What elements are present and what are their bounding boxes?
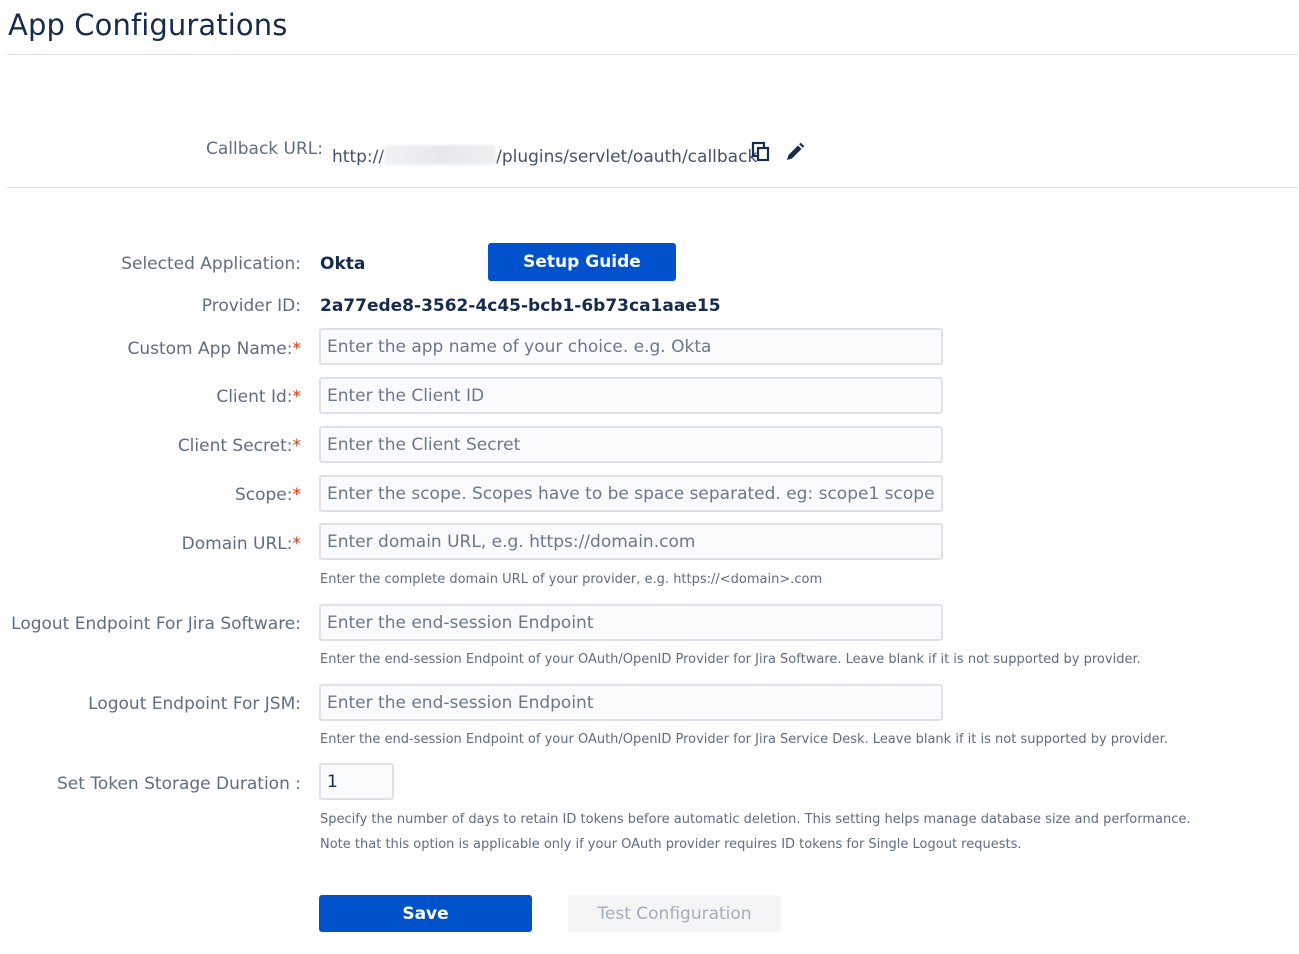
test-configuration-button[interactable]: Test Configuration bbox=[568, 895, 781, 932]
logout-endpoint-jsm-input[interactable] bbox=[319, 684, 943, 721]
pencil-icon[interactable] bbox=[784, 141, 806, 163]
client-id-label: Client Id:* bbox=[216, 387, 301, 407]
callback-url-suffix: /plugins/servlet/oauth/callback bbox=[496, 147, 758, 167]
client-id-input[interactable] bbox=[319, 377, 943, 414]
setup-guide-button[interactable]: Setup Guide bbox=[488, 243, 676, 281]
required-marker: * bbox=[292, 387, 302, 407]
app-configurations-page: App Configurations Callback URL: http://… bbox=[0, 0, 1299, 954]
provider-id-label: Provider ID: bbox=[201, 296, 301, 316]
required-marker: * bbox=[292, 339, 302, 359]
logout-endpoint-jsm-help: Enter the end-session Endpoint of your O… bbox=[320, 732, 1168, 747]
callback-url-value: http:// /plugins/servlet/oauth/callback bbox=[332, 145, 757, 167]
section-divider bbox=[7, 187, 1298, 188]
domain-url-help: Enter the complete domain URL of your pr… bbox=[320, 572, 823, 587]
required-marker: * bbox=[292, 436, 302, 456]
required-marker: * bbox=[292, 485, 302, 505]
page-title: App Configurations bbox=[8, 8, 288, 42]
custom-app-name-label: Custom App Name:* bbox=[127, 339, 301, 359]
logout-endpoint-jira-label: Logout Endpoint For Jira Software: bbox=[11, 614, 301, 634]
client-secret-label: Client Secret:* bbox=[177, 436, 302, 456]
required-marker: * bbox=[292, 534, 302, 554]
title-divider bbox=[7, 54, 1298, 55]
client-secret-input[interactable] bbox=[319, 426, 943, 463]
token-storage-duration-note: Note that this option is applicable only… bbox=[320, 837, 1022, 852]
token-storage-duration-label: Set Token Storage Duration : bbox=[57, 774, 301, 794]
callback-url-prefix: http:// bbox=[332, 147, 385, 167]
save-button[interactable]: Save bbox=[319, 895, 532, 932]
custom-app-name-input[interactable] bbox=[319, 328, 943, 365]
domain-url-input[interactable] bbox=[319, 523, 943, 560]
callback-url-label: Callback URL: bbox=[206, 139, 323, 159]
logout-endpoint-jsm-label: Logout Endpoint For JSM: bbox=[88, 694, 301, 714]
scope-input[interactable] bbox=[319, 475, 943, 512]
provider-id-value: 2a77ede8-3562-4c45-bcb1-6b73ca1aae15 bbox=[320, 296, 721, 316]
logout-endpoint-jira-help: Enter the end-session Endpoint of your O… bbox=[320, 652, 1141, 667]
redacted-host bbox=[384, 145, 497, 165]
selected-application-label: Selected Application: bbox=[121, 254, 301, 274]
domain-url-label: Domain URL:* bbox=[181, 534, 302, 554]
scope-label: Scope:* bbox=[234, 485, 302, 505]
token-storage-duration-help: Specify the number of days to retain ID … bbox=[320, 812, 1191, 827]
token-storage-duration-input[interactable] bbox=[319, 763, 394, 800]
selected-application-value: Okta bbox=[320, 254, 366, 274]
logout-endpoint-jira-input[interactable] bbox=[319, 604, 943, 641]
copy-icon[interactable] bbox=[750, 141, 772, 163]
